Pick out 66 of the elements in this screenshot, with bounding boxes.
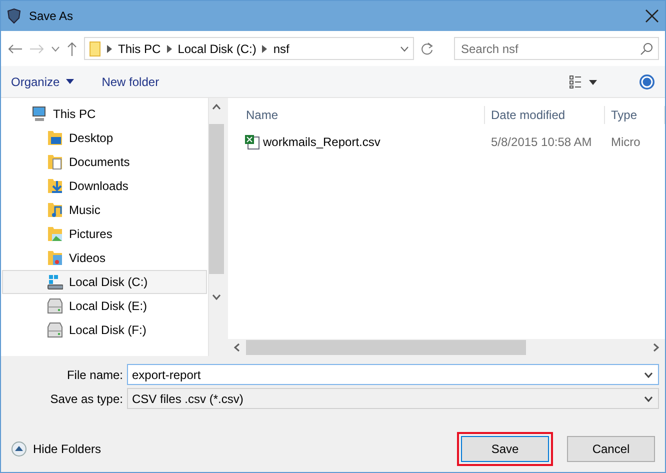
close-icon[interactable] [645,9,659,23]
computer-icon [31,106,47,122]
up-icon[interactable] [66,40,78,56]
sidebar-item[interactable]: Local Disk (E:) [2,294,207,318]
spreadsheet-file-icon [244,134,260,150]
sidebar-item[interactable]: Desktop [2,126,207,150]
chevron-down-icon [644,372,653,378]
help-icon[interactable] [639,74,655,90]
path-segment[interactable]: nsf [273,40,290,58]
window-title: Save As [29,8,74,25]
file-type-dropdown[interactable]: CSV files .csv (*.csv) [127,388,659,409]
search-icon [640,42,653,55]
dialog-button[interactable]: Save [461,436,549,462]
download-folder-icon [47,178,63,194]
chevron-right-icon [262,44,268,52]
chevron-right-icon [107,44,112,52]
sidebar-item[interactable]: Documents [2,150,207,174]
column-header[interactable]: Type [605,106,665,124]
videos-folder-icon [47,250,63,266]
address-bar[interactable]: This PC Local Disk (C:) nsf [84,37,414,60]
desktop-folder-icon [47,130,63,146]
music-folder-icon [47,202,63,218]
chevron-up-icon [212,104,222,110]
chevron-right-icon [653,343,659,352]
folder-icon [89,40,101,56]
hide-folders-button[interactable]: Hide Folders [11,440,102,458]
sidebar-item[interactable]: Downloads [2,174,207,198]
chevron-down-icon [212,294,222,300]
drive-icon [47,322,63,338]
chevron-right-icon [166,44,172,52]
sidebar-item[interactable]: This PC [2,102,207,126]
sidebar-item[interactable]: Music [2,198,207,222]
path-segment[interactable]: Local Disk (C:) [178,40,256,58]
refresh-icon[interactable] [420,42,434,56]
field-label: Save as type: [49,390,123,408]
path-segment[interactable]: This PC [118,40,161,58]
column-header[interactable]: Name [228,106,485,124]
sidebar-item[interactable]: Videos [2,246,207,270]
search-field[interactable]: Search nsf [454,37,659,60]
chevron-left-icon [234,343,240,352]
type-cell-text: Micro [610,134,640,151]
file-name-field[interactable]: export-report [127,364,659,385]
horizontal-scrollbar[interactable] [228,339,665,356]
caret-icon [66,79,74,84]
file-name[interactable]: workmails_Report.csv [263,133,380,151]
field-label: File name: [66,366,123,384]
sidebar-item[interactable]: Local Disk (F:) [2,318,207,342]
chevron-down-icon [644,396,653,402]
back-icon[interactable] [7,42,23,54]
vertical-scrollbar[interactable] [208,98,226,356]
documents-folder-icon [47,154,63,170]
organize-menu[interactable]: Organize [11,72,74,90]
pictures-folder-icon [47,226,63,242]
drive-icon [47,298,63,314]
column-header[interactable]: Date modified [485,106,605,124]
sidebar-item[interactable]: Pictures [2,222,207,246]
collapse-icon [11,441,27,457]
shield-icon [7,8,21,24]
windows-drive-icon [47,274,63,290]
chevron-down-icon[interactable] [400,46,409,52]
sidebar-item[interactable]: Local Disk (C:) [2,270,207,294]
view-options-icon[interactable] [569,74,597,88]
date-cell-text: 5/8/2015 10:58 AM [490,134,593,151]
dialog-button[interactable]: Cancel [567,436,655,462]
new-folder-button[interactable]: New folder [102,72,160,90]
chevron-down-icon[interactable] [51,46,60,52]
